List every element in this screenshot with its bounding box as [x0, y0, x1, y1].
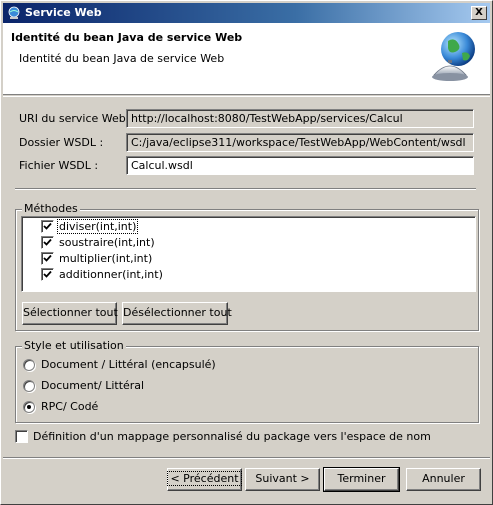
radio-button[interactable] — [23, 401, 35, 413]
back-button[interactable]: < Précédent — [167, 468, 242, 491]
cancel-button[interactable]: Annuler — [406, 468, 481, 491]
method-checkbox[interactable] — [41, 268, 54, 281]
globe-service-bell-icon — [432, 32, 475, 81]
select-all-button[interactable]: Sélectionner tout — [22, 302, 118, 325]
dialog-window: Service Web X Identité du bean Java de s… — [0, 0, 493, 505]
window-title: Service Web — [25, 6, 102, 19]
close-button[interactable]: X — [471, 6, 487, 20]
wsdl-file-field[interactable]: Calcul.wsdl — [126, 156, 474, 175]
back-button-label: < Précédent — [167, 471, 242, 486]
method-label: soustraire(int,int) — [59, 236, 155, 249]
radio-label: RPC/ Codé — [41, 400, 99, 413]
section-divider — [15, 188, 476, 190]
wsdl-file-label: Fichier WSDL : — [19, 159, 99, 172]
method-label: multiplier(int,int) — [59, 252, 153, 265]
page-description: Identité du bean Java de service Web — [19, 52, 225, 65]
wsdl-folder-label: Dossier WSDL : — [19, 136, 104, 149]
method-checkbox[interactable] — [41, 236, 54, 249]
radio-button[interactable] — [23, 380, 35, 392]
radio-label: Document/ Littéral — [41, 379, 145, 392]
method-label: diviser(int,int) — [57, 219, 139, 234]
check-icon — [43, 254, 52, 262]
check-icon — [43, 238, 52, 246]
style-legend: Style et utilisation — [22, 339, 126, 352]
radio-selected-dot — [27, 405, 31, 409]
check-icon — [43, 222, 52, 230]
uri-field[interactable]: http://localhost:8080/TestWebApp/service… — [126, 109, 474, 128]
custom-mapping-label: Définition d'un mappage personnalisé du … — [33, 430, 431, 443]
wizard-header: Identité du bean Java de service Web Ide… — [3, 23, 490, 95]
check-icon — [43, 270, 52, 278]
methods-legend: Méthodes — [22, 202, 80, 215]
method-checkbox[interactable] — [41, 220, 54, 233]
finish-button[interactable]: Terminer — [323, 467, 400, 492]
title-bar[interactable]: Service Web X — [3, 3, 490, 23]
method-label: additionner(int,int) — [59, 268, 163, 281]
footer-divider — [3, 457, 490, 459]
radio-button[interactable] — [23, 359, 35, 371]
deselect-all-button[interactable]: Désélectionner tout — [122, 302, 232, 325]
uri-label: URI du service Web : — [19, 112, 133, 125]
wsdl-folder-field[interactable]: C:/java/eclipse311/workspace/TestWebApp/… — [126, 133, 474, 152]
radio-label: Document / Littéral (encapsulé) — [41, 358, 216, 371]
page-title: Identité du bean Java de service Web — [11, 31, 243, 44]
method-checkbox[interactable] — [41, 252, 54, 265]
web-service-icon — [8, 6, 20, 19]
header-divider — [3, 96, 490, 97]
next-button[interactable]: Suivant > — [245, 468, 320, 491]
custom-mapping-checkbox[interactable] — [15, 430, 28, 443]
